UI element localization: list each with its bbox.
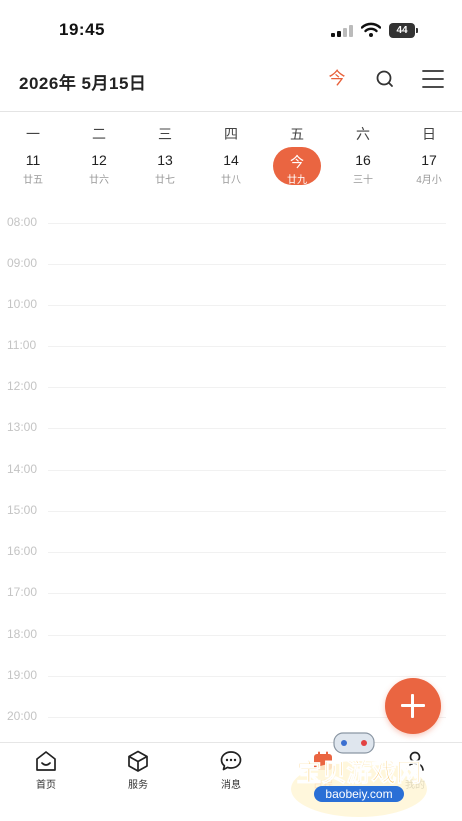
hour-divider [48, 470, 446, 471]
watermark-url: baobeiy.com [325, 787, 392, 801]
watermark-title: 宝贝游戏网 [296, 758, 421, 787]
day-cell[interactable]: 12 廿六 [66, 150, 132, 200]
day-cell[interactable]: 13 廿七 [132, 150, 198, 200]
tab-messages[interactable]: 消息 [206, 747, 256, 795]
day-lunar: 三十 [353, 175, 373, 186]
app-header: 2026年 5月15日 今 [0, 56, 462, 112]
add-event-button[interactable] [385, 678, 441, 734]
tab-label: 消息 [221, 780, 241, 791]
day-timeline[interactable]: 08:00 09:00 10:00 11:00 12:00 13:00 14:0… [0, 204, 462, 742]
day-lunar: 4月小 [416, 175, 442, 186]
hour-divider [48, 511, 446, 512]
hour-label: 09:00 [7, 256, 38, 270]
day-cell[interactable]: 17 4月小 [396, 150, 462, 200]
hour-divider [48, 264, 446, 265]
hour-row[interactable]: 17:00 [0, 574, 462, 615]
day-lunar: 廿八 [221, 175, 241, 186]
day-lunar: 廿六 [89, 175, 109, 186]
week-strip: 一 二 三 四 五 六 日 11 廿五 12 廿六 13 廿七 14 廿八 今 … [0, 113, 462, 203]
day-number: 今 [290, 154, 304, 170]
hour-divider [48, 305, 446, 306]
weekday-mon: 一 [26, 126, 40, 142]
hour-label: 17:00 [7, 585, 38, 599]
hour-row[interactable]: 15:00 [0, 492, 462, 533]
header-date[interactable]: 2026年 5月15日 [19, 69, 146, 94]
day-cell[interactable]: 14 廿八 [198, 150, 264, 200]
day-cell[interactable]: 16 三十 [330, 150, 396, 200]
hour-label: 13:00 [7, 420, 38, 434]
message-icon [220, 751, 242, 771]
hour-divider [48, 223, 446, 224]
hour-label: 16:00 [7, 544, 38, 558]
hour-row[interactable]: 11:00 [0, 327, 462, 368]
search-icon[interactable] [373, 67, 397, 91]
weekday-sun: 日 [422, 126, 436, 142]
day-lunar: 廿五 [23, 175, 43, 186]
hour-label: 18:00 [7, 627, 38, 641]
hour-divider [48, 717, 446, 718]
hour-label: 19:00 [7, 668, 38, 682]
hour-label: 12:00 [7, 379, 38, 393]
battery-level: 44 [389, 23, 415, 38]
menu-icon[interactable] [421, 68, 445, 90]
hour-label: 08:00 [7, 215, 38, 229]
hour-row[interactable]: 09:00 [0, 245, 462, 286]
hour-row[interactable]: 13:00 [0, 409, 462, 450]
signal-icon [331, 25, 353, 37]
hour-divider [48, 676, 446, 677]
hour-divider [48, 635, 446, 636]
screen: 19:45 44 2026年 5月15日 今 一 二 三 四 五 六 日 11 … [0, 0, 462, 821]
day-number: 13 [157, 152, 173, 168]
hour-label: 10:00 [7, 297, 38, 311]
hour-label: 14:00 [7, 462, 38, 476]
tab-home[interactable]: 首页 [21, 747, 71, 795]
day-cell-today[interactable]: 今 廿九 [264, 147, 330, 200]
watermark-logo: 宝贝游戏网 baobeiy.com [291, 732, 427, 817]
hour-divider [48, 428, 446, 429]
weekday-fri: 五 [290, 126, 304, 142]
status-bar: 19:45 44 [0, 0, 462, 56]
hour-row[interactable]: 18:00 [0, 616, 462, 657]
day-lunar: 廿七 [155, 175, 175, 186]
battery-icon: 44 [389, 23, 419, 38]
cube-icon [128, 750, 148, 772]
weekday-wed: 三 [158, 126, 172, 142]
weekday-tue: 二 [92, 126, 106, 142]
day-number: 17 [421, 152, 437, 168]
home-icon [36, 751, 56, 771]
hour-row[interactable]: 08:00 [0, 204, 462, 245]
hour-label: 11:00 [7, 338, 37, 352]
tab-service[interactable]: 服务 [113, 747, 163, 795]
weekday-sat: 六 [356, 126, 370, 142]
hour-divider [48, 593, 446, 594]
status-time: 19:45 [59, 20, 105, 39]
hour-label: 15:00 [7, 503, 38, 517]
hour-divider [48, 552, 446, 553]
day-number: 14 [223, 152, 239, 168]
hour-divider [48, 387, 446, 388]
hour-label: 20:00 [7, 709, 38, 723]
hour-row[interactable]: 16:00 [0, 533, 462, 574]
weekday-thu: 四 [224, 126, 238, 142]
tab-label: 服务 [128, 780, 148, 791]
day-number: 11 [25, 152, 41, 168]
day-lunar: 廿九 [287, 175, 307, 186]
today-button[interactable]: 今 [323, 65, 351, 93]
wifi-icon [361, 22, 381, 37]
day-cell[interactable]: 11 廿五 [0, 150, 66, 200]
hour-row[interactable]: 10:00 [0, 286, 462, 327]
day-number: 16 [355, 152, 371, 168]
day-number: 12 [91, 152, 107, 168]
hour-row[interactable]: 14:00 [0, 451, 462, 492]
hour-row[interactable]: 12:00 [0, 368, 462, 409]
tab-label: 首页 [36, 780, 56, 791]
hour-divider [48, 346, 446, 347]
